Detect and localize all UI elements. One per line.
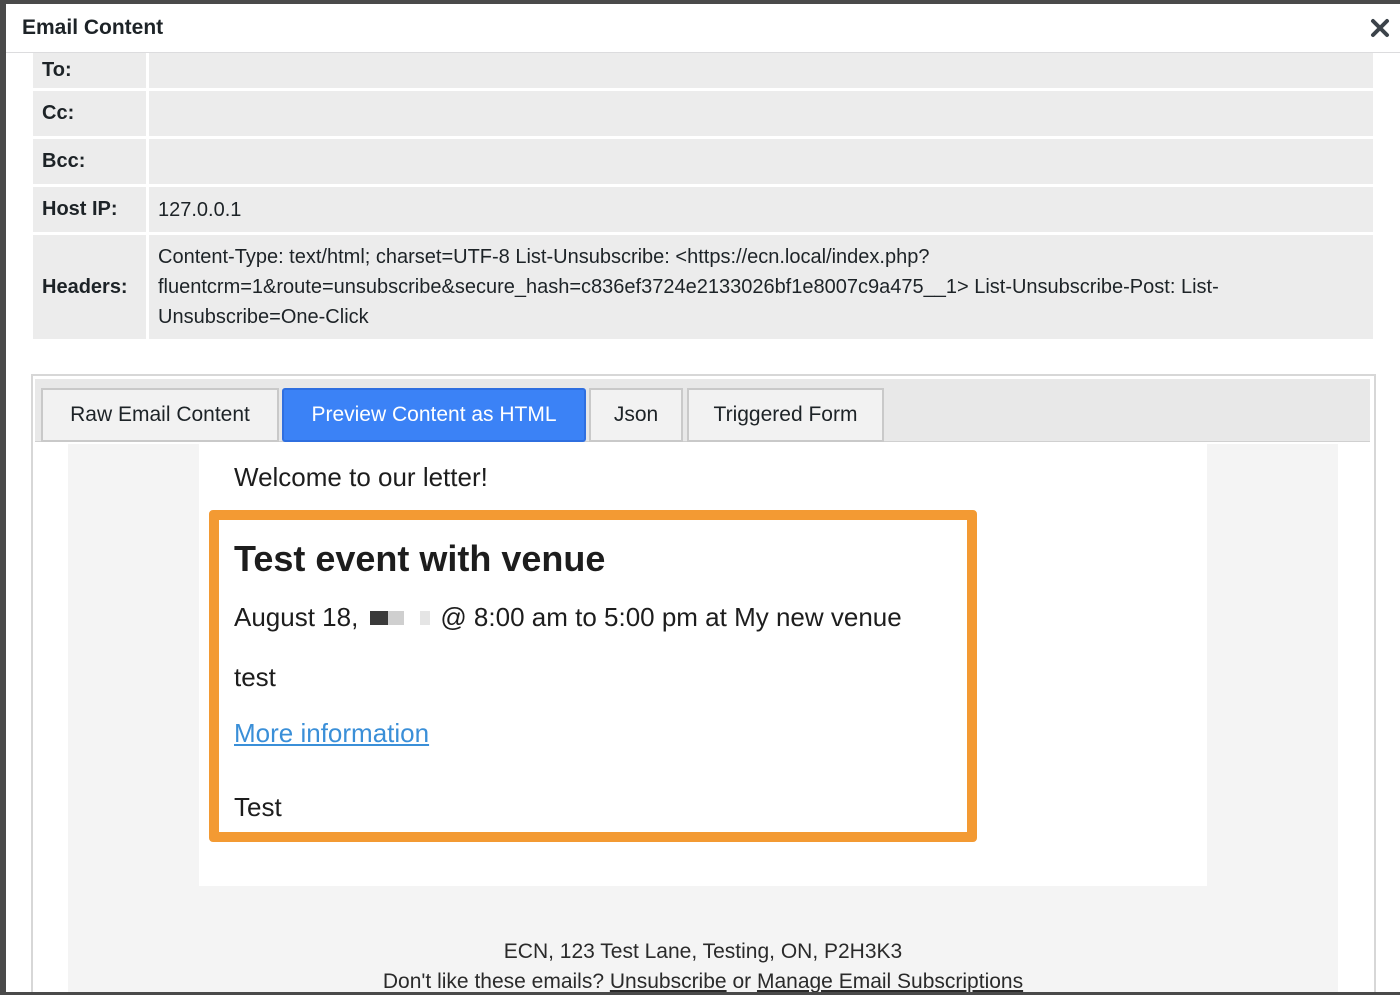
info-row-cc: Cc: bbox=[33, 91, 1373, 139]
footer-or: or bbox=[732, 970, 752, 992]
tab-json[interactable]: Json bbox=[589, 388, 683, 442]
close-icon bbox=[1371, 19, 1389, 37]
host-ip-value: 127.0.0.1 bbox=[149, 187, 1373, 232]
html-preview-area: Welcome to our letter! Test event with v… bbox=[68, 444, 1338, 992]
modal-title: Email Content bbox=[22, 16, 164, 39]
headers-value: Content-Type: text/html; charset=UTF-8 L… bbox=[149, 235, 1373, 339]
host-ip-label: Host IP: bbox=[33, 187, 146, 232]
info-row-bcc: Bcc: bbox=[33, 139, 1373, 187]
event-description: test bbox=[234, 662, 276, 692]
info-row-to: To: bbox=[33, 53, 1373, 91]
footer-prefix: Don't like these emails? bbox=[382, 970, 605, 992]
email-body-card: Welcome to our letter! Test event with v… bbox=[199, 444, 1207, 886]
to-label: To: bbox=[33, 53, 146, 88]
more-information-link[interactable]: More information bbox=[234, 718, 429, 749]
unsubscribe-link[interactable]: Unsubscribe bbox=[610, 970, 727, 992]
event-footer-text: Test bbox=[234, 792, 282, 822]
tab-preview-html[interactable]: Preview Content as HTML bbox=[282, 388, 586, 442]
tab-triggered-form[interactable]: Triggered Form bbox=[687, 388, 884, 442]
manage-subscriptions-link[interactable]: Manage Email Subscriptions bbox=[757, 970, 1023, 992]
footer-address: ECN, 123 Test Lane, Testing, ON, P2H3K3 bbox=[503, 940, 903, 963]
event-date: August 18, @ 8:00 am to 5:00 pm at My ne… bbox=[234, 602, 902, 633]
modal-header: Email Content bbox=[6, 4, 1400, 53]
email-content-modal: Email Content To: Cc: Bcc: Host IP: 127.… bbox=[6, 4, 1400, 992]
footer-links: Don't like these emails? Unsubscribe or … bbox=[68, 970, 1338, 992]
welcome-text: Welcome to our letter! bbox=[234, 462, 488, 492]
bcc-label: Bcc: bbox=[33, 139, 146, 184]
bcc-value bbox=[149, 139, 1373, 184]
tab-raw-email-content[interactable]: Raw Email Content bbox=[41, 388, 279, 442]
event-title: Test event with venue bbox=[234, 538, 606, 579]
info-row-headers: Headers: Content-Type: text/html; charse… bbox=[33, 235, 1373, 342]
cc-value bbox=[149, 91, 1373, 136]
headers-label: Headers: bbox=[33, 235, 146, 339]
event-date-suffix: @ 8:00 am to 5:00 pm at My new venue bbox=[440, 602, 902, 632]
to-value bbox=[149, 53, 1373, 88]
close-button[interactable] bbox=[1366, 14, 1394, 42]
event-highlight-box: Test event with venue August 18, @ 8:00 … bbox=[209, 510, 977, 842]
info-row-host-ip: Host IP: 127.0.0.1 bbox=[33, 187, 1373, 235]
cc-label: Cc: bbox=[33, 91, 146, 136]
content-tabs: Raw Email Content Preview Content as HTM… bbox=[31, 374, 1376, 992]
redacted-year bbox=[370, 610, 431, 625]
email-info-table: To: Cc: Bcc: Host IP: 127.0.0.1 Headers:… bbox=[33, 53, 1373, 342]
event-date-prefix: August 18, bbox=[234, 602, 359, 632]
tab-bar: Raw Email Content Preview Content as HTM… bbox=[35, 379, 1370, 442]
